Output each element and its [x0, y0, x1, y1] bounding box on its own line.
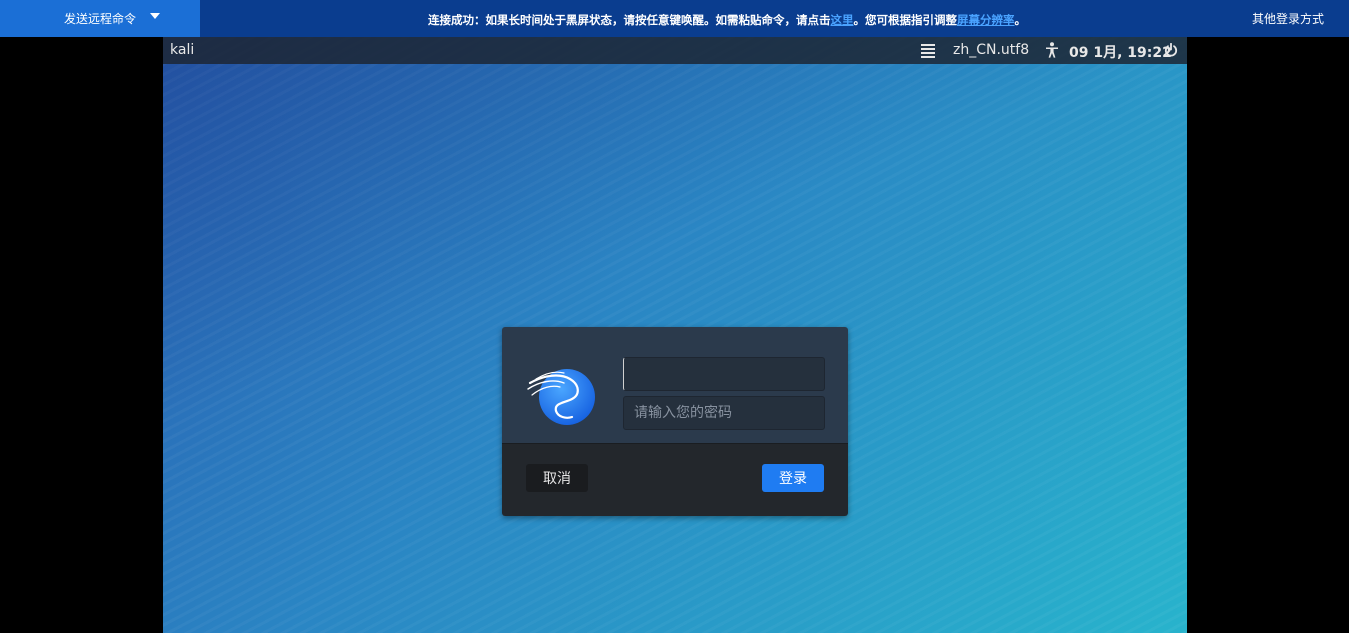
remote-control-bar: 发送远程命令 连接成功：如果长时间处于黑屏状态，请按任意键唤醒。如需粘贴命令，请…	[0, 0, 1349, 37]
connection-notice: 连接成功：如果长时间处于黑屏状态，请按任意键唤醒。如需粘贴命令，请点击这里。您可…	[428, 12, 1026, 28]
notice-text-3: 。	[1014, 13, 1027, 27]
send-remote-command-label: 发送远程命令	[64, 12, 137, 26]
notice-text-1: 连接成功：如果长时间处于黑屏状态，请按任意键唤醒。如需粘贴命令，请点击	[428, 13, 831, 27]
notice-text-2: 。您可根据指引调整	[853, 13, 958, 27]
cancel-button[interactable]: 取消	[526, 464, 588, 492]
paste-command-link[interactable]: 这里	[831, 13, 854, 27]
keyboard-layout-menu-icon[interactable]	[921, 44, 935, 58]
send-remote-command-dropdown[interactable]: 发送远程命令	[0, 0, 200, 37]
screen-resolution-link[interactable]: 屏幕分辨率	[957, 13, 1015, 27]
login-dialog: 取消 登录	[502, 327, 848, 516]
login-button[interactable]: 登录	[762, 464, 824, 492]
clock-display[interactable]: 09 1月, 19:22	[1069, 42, 1172, 62]
chevron-down-icon	[150, 13, 160, 19]
kali-dragon-logo-icon	[527, 369, 595, 425]
accessibility-icon[interactable]	[1045, 42, 1059, 58]
password-field[interactable]	[623, 396, 825, 430]
locale-indicator[interactable]: zh_CN.utf8	[953, 42, 1029, 58]
username-field[interactable]	[623, 357, 825, 391]
gnome-top-panel: kali zh_CN.utf8 09 1月, 19:22	[163, 37, 1187, 64]
other-login-methods-link[interactable]: 其他登录方式	[1252, 10, 1324, 27]
login-dialog-footer: 取消 登录	[502, 443, 848, 516]
power-icon[interactable]	[1164, 43, 1178, 57]
hostname-label: kali	[170, 42, 195, 58]
remote-desktop-screen[interactable]: kali zh_CN.utf8 09 1月, 19:22 取消 登录	[163, 37, 1187, 633]
login-dialog-body	[502, 327, 848, 443]
